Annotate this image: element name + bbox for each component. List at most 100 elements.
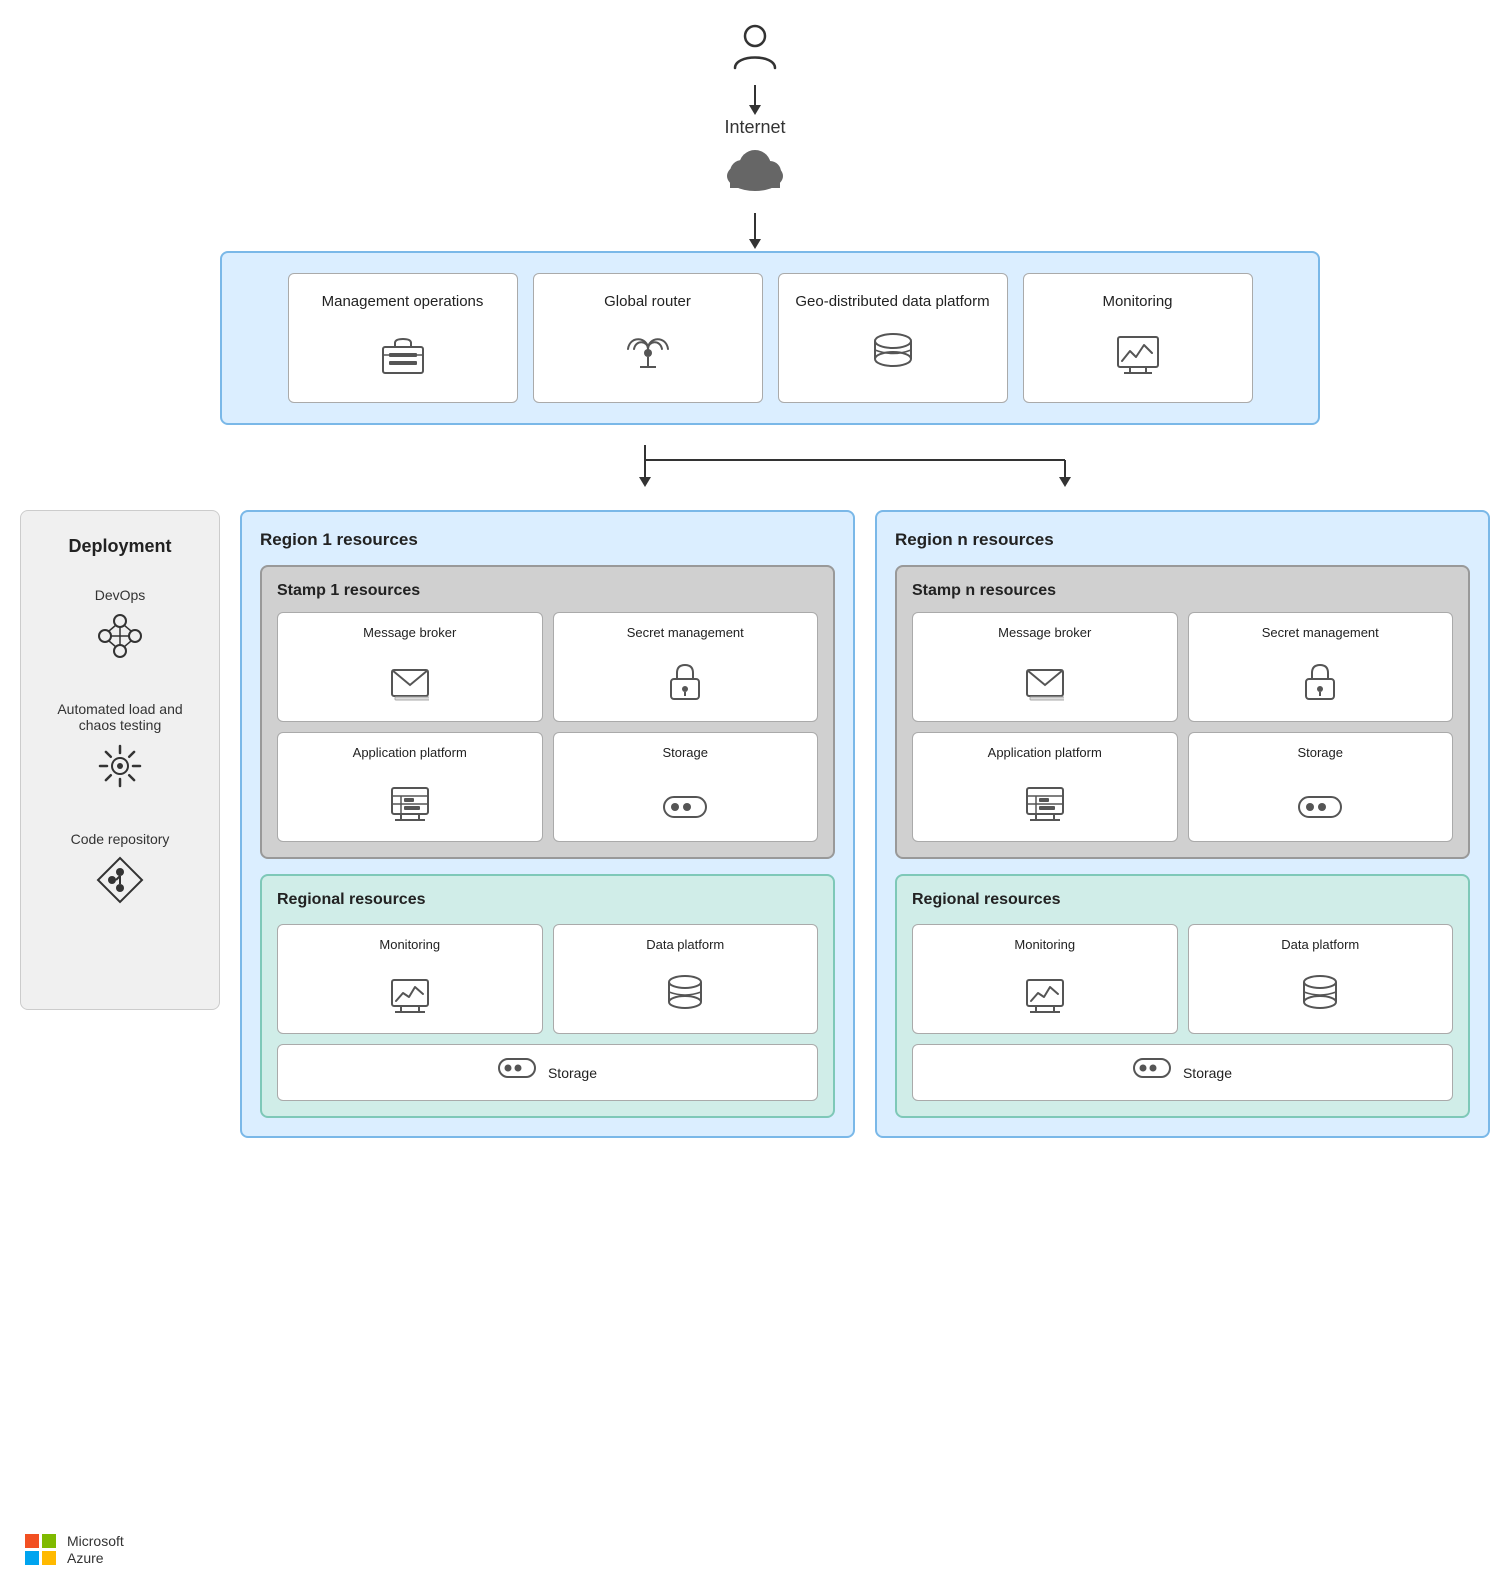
git-icon (95, 855, 145, 915)
router-icon (626, 331, 670, 384)
database-rn-icon (1302, 973, 1338, 1021)
storage-rn-card: Storage (912, 1044, 1453, 1101)
management-operations-label: Management operations (322, 292, 484, 312)
envelope-n-icon (1026, 669, 1064, 709)
load-testing-label: Automated load and chaos testing (41, 701, 199, 733)
main-container: Internet Management operations (0, 0, 1510, 1592)
envelope-1-icon (391, 669, 429, 709)
database-r1-icon (667, 973, 703, 1021)
azure-product: Azure (67, 1550, 124, 1567)
logo-sq-red (25, 1534, 39, 1548)
code-repo-item: Code repository (71, 831, 170, 915)
logo-sq-blue (25, 1551, 39, 1565)
storage-1-label: Storage (662, 745, 708, 762)
data-platform-r1-label: Data platform (646, 937, 724, 954)
geo-distributed-card: Geo-distributed data platform (778, 273, 1008, 403)
geo-distributed-label: Geo-distributed data platform (795, 292, 989, 312)
storage-n-icon (1298, 793, 1342, 829)
message-broker-n-card: Message broker (912, 612, 1178, 722)
azure-brand: Microsoft (67, 1533, 124, 1550)
secret-mgmt-1-label: Secret management (627, 625, 744, 642)
message-broker-1-label: Message broker (363, 625, 456, 642)
lock-n-icon (1303, 663, 1337, 709)
logo-sq-green (42, 1534, 56, 1548)
azure-footer: Microsoft Azure (25, 1533, 124, 1567)
stampN-title: Stamp n resources (912, 582, 1453, 600)
logo-sq-yellow (42, 1551, 56, 1565)
secret-mgmt-n-label: Secret management (1262, 625, 1379, 642)
deployment-title: Deployment (68, 536, 171, 557)
management-operations-card: Management operations (288, 273, 518, 403)
regionalN-title: Regional resources (912, 891, 1453, 909)
gear-icon (95, 741, 145, 801)
devops-icon (95, 611, 145, 671)
storage-1-icon (663, 793, 707, 829)
monitoring-rn-icon (1026, 979, 1064, 1021)
toolbox-icon (381, 335, 425, 384)
monitoring-r1-label: Monitoring (379, 937, 440, 954)
regional1-grid: Monitoring (277, 924, 818, 1034)
global-router-card: Global router (533, 273, 763, 403)
storage-rn-label: Storage (1183, 1065, 1232, 1081)
arrow-internet-down (754, 85, 756, 107)
internet-label: Internet (724, 117, 785, 138)
secret-mgmt-1-card: Secret management (553, 612, 819, 722)
global-router-label: Global router (604, 292, 691, 312)
load-testing-item: Automated load and chaos testing (41, 701, 199, 801)
azure-brand-text: Microsoft Azure (67, 1533, 124, 1567)
region1-box: Region 1 resources Stamp 1 resources Mes… (240, 510, 855, 1138)
global-services-row: Management operations Global router (242, 273, 1298, 403)
azure-logo (25, 1534, 57, 1566)
connector-svg (305, 445, 1405, 500)
app-platform-1-icon (391, 787, 429, 829)
storage-r1-row: Storage (277, 1044, 818, 1101)
storage-rn-icon (1133, 1057, 1171, 1088)
message-broker-1-card: Message broker (277, 612, 543, 722)
storage-rn-row: Storage (912, 1044, 1453, 1101)
arrow-cloud-down (754, 213, 756, 241)
storage-r1-icon (498, 1057, 536, 1088)
message-broker-n-label: Message broker (998, 625, 1091, 642)
deployment-box: Deployment DevOps (20, 510, 220, 1010)
storage-r1-card: Storage (277, 1044, 818, 1101)
monitoring-r1-card: Monitoring (277, 924, 543, 1034)
storage-n-label: Storage (1297, 745, 1343, 762)
regions-container: Region 1 resources Stamp 1 resources Mes… (240, 510, 1490, 1138)
stamp1-title: Stamp 1 resources (277, 582, 818, 600)
connector-arrows (220, 445, 1490, 500)
regionN-title: Region n resources (895, 530, 1470, 550)
regionalN-grid: Monitoring (912, 924, 1453, 1034)
regionalN-box: Regional resources Monitoring (895, 874, 1470, 1118)
global-services-box: Management operations Global router (220, 251, 1320, 425)
storage-1-card: Storage (553, 732, 819, 842)
person-icon (729, 20, 781, 81)
storage-r1-label: Storage (548, 1065, 597, 1081)
stampN-box: Stamp n resources Message broker (895, 565, 1470, 859)
internet-section: Internet (20, 20, 1490, 241)
lower-section: Deployment DevOps (20, 510, 1490, 1138)
data-platform-r1-card: Data platform (553, 924, 819, 1034)
app-platform-n-card: Application platform (912, 732, 1178, 842)
secret-mgmt-n-card: Secret management (1188, 612, 1454, 722)
data-platform-rn-label: Data platform (1281, 937, 1359, 954)
app-platform-n-label: Application platform (988, 745, 1102, 762)
data-platform-rn-card: Data platform (1188, 924, 1454, 1034)
devops-label: DevOps (95, 587, 146, 603)
regional1-title: Regional resources (277, 891, 818, 909)
monitoring-rn-label: Monitoring (1014, 937, 1075, 954)
monitoring-global-icon (1116, 335, 1160, 384)
monitoring-global-card: Monitoring (1023, 273, 1253, 403)
lock-1-icon (668, 663, 702, 709)
cloud-icon (720, 144, 790, 207)
app-platform-1-label: Application platform (353, 745, 467, 762)
stampN-grid: Message broker Secret man (912, 612, 1453, 842)
monitoring-global-label: Monitoring (1102, 292, 1172, 312)
regional1-box: Regional resources Monitoring (260, 874, 835, 1118)
database-global-icon (873, 331, 913, 384)
region1-title: Region 1 resources (260, 530, 835, 550)
code-repo-label: Code repository (71, 831, 170, 847)
devops-item: DevOps (95, 587, 146, 671)
storage-n-card: Storage (1188, 732, 1454, 842)
monitoring-rn-card: Monitoring (912, 924, 1178, 1034)
app-platform-n-icon (1026, 787, 1064, 829)
